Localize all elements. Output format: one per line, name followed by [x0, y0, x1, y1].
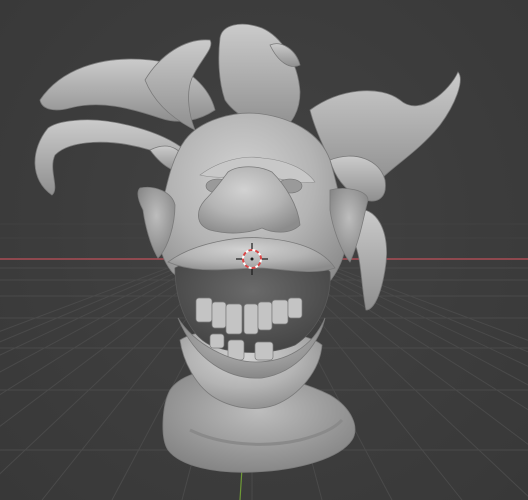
- viewport-canvas[interactable]: [0, 0, 528, 500]
- 3d-viewport[interactable]: [0, 0, 528, 500]
- grid-line: [0, 258, 193, 332]
- grid-line: [311, 258, 528, 341]
- sculpted-creature-head[interactable]: [34, 23, 461, 473]
- grid-line: [305, 258, 528, 353]
- grid-line: [0, 258, 199, 343]
